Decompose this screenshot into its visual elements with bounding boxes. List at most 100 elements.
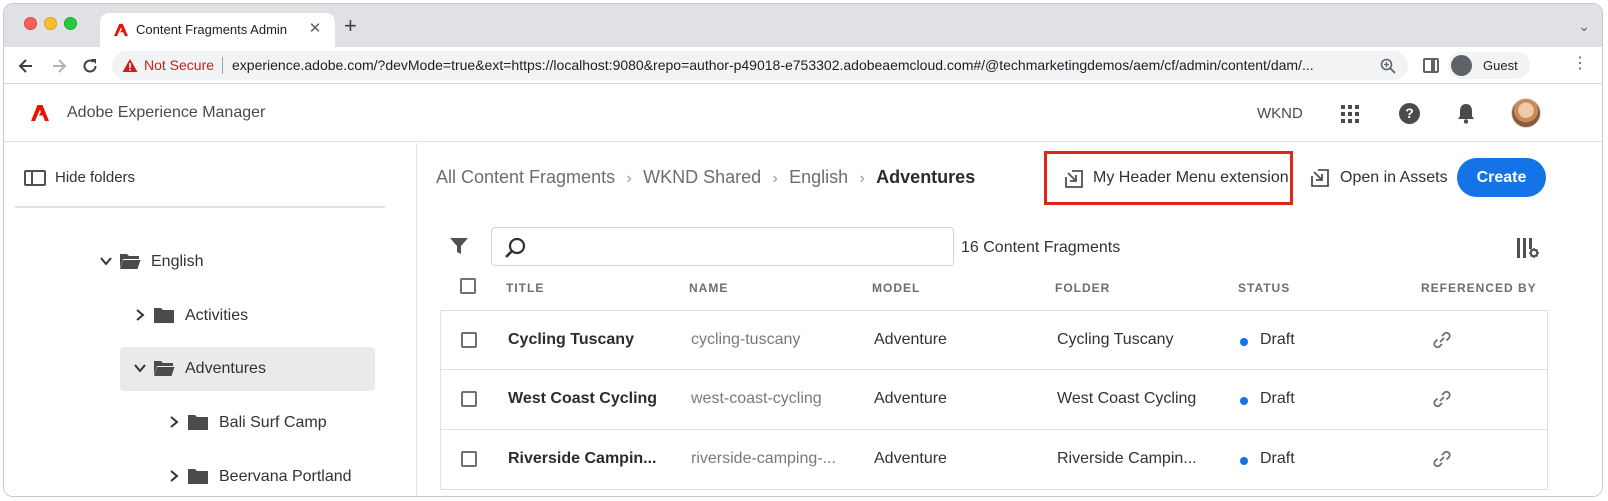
column-header-title[interactable]: TITLE — [506, 281, 544, 295]
status-dot — [1240, 397, 1248, 405]
link-icon[interactable] — [1431, 448, 1453, 470]
tree-item-adventures[interactable]: Adventures — [120, 347, 375, 391]
table-header: TITLE NAME MODEL FOLDER STATUS REFERENCE… — [440, 274, 1548, 304]
folder-open-icon — [154, 361, 175, 376]
org-switcher[interactable]: WKND — [1257, 105, 1303, 122]
new-tab-button[interactable]: + — [344, 15, 357, 37]
tab-search-chevron-icon[interactable]: ⌄ — [1578, 18, 1590, 35]
column-header-referenced-by[interactable]: REFERENCED BY — [1421, 281, 1537, 295]
rail-toggle-icon — [24, 170, 46, 186]
notifications-bell-icon[interactable] — [1456, 103, 1476, 124]
column-settings-icon[interactable] — [1516, 237, 1540, 259]
tab-title: Content Fragments Admin — [136, 22, 288, 37]
side-panel-icon[interactable] — [1423, 58, 1439, 73]
breadcrumb-separator: › — [772, 170, 778, 187]
select-all-checkbox[interactable] — [460, 278, 476, 294]
tree-label: English — [151, 253, 204, 270]
folder-icon — [188, 415, 208, 430]
address-bar[interactable]: Not Secure experience.adobe.com/?devMode… — [112, 51, 1408, 80]
link-icon[interactable] — [1431, 388, 1453, 410]
row-name: cycling-tuscany — [691, 331, 801, 348]
row-folder: West Coast Cycling — [1057, 390, 1197, 407]
profile-label: Guest — [1483, 58, 1518, 73]
column-header-name[interactable]: NAME — [689, 281, 728, 295]
not-secure-label[interactable]: Not Secure — [144, 57, 214, 73]
tree-label: Activities — [185, 307, 249, 324]
chevron-down-icon[interactable] — [99, 254, 113, 268]
row-model: Adventure — [874, 390, 947, 407]
maximize-window-button[interactable] — [64, 17, 77, 30]
create-button[interactable]: Create — [1457, 158, 1546, 197]
app-header: Adobe Experience Manager WKND ? — [4, 84, 1602, 142]
forward-arrow-icon[interactable] — [49, 56, 69, 76]
browser-menu-icon[interactable]: ⋮ — [1572, 56, 1588, 72]
row-title[interactable]: West Coast Cycling — [508, 390, 657, 408]
user-avatar[interactable] — [1511, 98, 1541, 128]
tree-label: Adventures — [185, 360, 266, 377]
browser-toolbar: Not Secure experience.adobe.com/?devMode… — [4, 47, 1602, 84]
hide-folders-label: Hide folders — [55, 169, 136, 186]
breadcrumb-all-content-fragments[interactable]: All Content Fragments — [436, 167, 615, 188]
fragment-count: 16 Content Fragments — [961, 239, 1121, 256]
tab-content-fragments-admin[interactable]: Content Fragments Admin ✕ — [100, 13, 335, 47]
filter-icon[interactable] — [449, 236, 469, 256]
folder-rail: Hide folders English Activities Adventur… — [4, 143, 417, 496]
tree-item-english[interactable]: English — [96, 242, 376, 282]
tree-item-activities[interactable]: Activities — [130, 296, 376, 336]
tree-item-bali-surf-camp[interactable]: Bali Surf Camp — [164, 403, 376, 443]
row-title[interactable]: Cycling Tuscany — [508, 331, 634, 349]
folder-open-icon — [120, 254, 141, 269]
search-input[interactable] — [536, 234, 936, 260]
minimize-window-button[interactable] — [44, 17, 57, 30]
back-arrow-icon[interactable] — [16, 56, 36, 76]
adobe-logo-icon[interactable] — [31, 105, 49, 121]
status-dot — [1240, 338, 1248, 346]
close-window-button[interactable] — [24, 17, 37, 30]
tab-close-icon[interactable]: ✕ — [305, 19, 325, 39]
breadcrumb-adventures: Adventures — [876, 167, 976, 187]
row-folder: Riverside Campin... — [1057, 450, 1197, 467]
help-icon[interactable]: ? — [1399, 103, 1420, 124]
zoom-icon[interactable] — [1380, 58, 1396, 74]
folder-icon — [154, 308, 174, 323]
header-menu-extension-button[interactable]: My Header Menu extension — [1044, 151, 1293, 205]
status-dot — [1240, 457, 1248, 465]
link-icon[interactable] — [1431, 329, 1453, 351]
row-name: riverside-camping-... — [691, 450, 836, 467]
tree-label: Beervana Portland — [219, 468, 352, 485]
row-folder: Cycling Tuscany — [1057, 331, 1174, 348]
chevron-right-icon[interactable] — [133, 308, 147, 322]
column-header-status[interactable]: STATUS — [1238, 281, 1290, 295]
row-checkbox[interactable] — [461, 451, 477, 467]
table-row[interactable]: Riverside Campin... riverside-camping-..… — [440, 430, 1548, 490]
search-icon — [505, 237, 526, 258]
breadcrumb-wknd-shared[interactable]: WKND Shared — [643, 167, 761, 188]
row-checkbox[interactable] — [461, 332, 477, 348]
app-name[interactable]: Adobe Experience Manager — [67, 104, 265, 122]
chevron-down-icon[interactable] — [133, 361, 147, 375]
apps-grid-icon[interactable] — [1340, 104, 1360, 124]
reload-icon[interactable] — [80, 56, 100, 76]
chevron-right-icon[interactable] — [167, 469, 181, 483]
table-row[interactable]: West Coast Cycling west-coast-cycling Ad… — [440, 370, 1548, 430]
breadcrumb-separator: › — [859, 170, 865, 187]
address-separator — [222, 57, 223, 74]
row-status: Draft — [1260, 331, 1295, 348]
url-text[interactable]: experience.adobe.com/?devMode=true&ext=h… — [232, 57, 1372, 73]
breadcrumb-english[interactable]: English — [789, 167, 848, 188]
column-header-folder[interactable]: FOLDER — [1055, 281, 1110, 295]
breadcrumb: All Content Fragments › WKND Shared › Englis… — [436, 167, 975, 188]
table-row[interactable]: Cycling Tuscany cycling-tuscany Adventur… — [440, 310, 1548, 370]
breadcrumb-separator: › — [626, 170, 632, 187]
chevron-right-icon[interactable] — [167, 415, 181, 429]
folder-icon — [188, 469, 208, 484]
row-title[interactable]: Riverside Campin... — [508, 450, 657, 468]
tree-item-beervana-portland[interactable]: Beervana Portland — [164, 457, 376, 496]
row-status: Draft — [1260, 390, 1295, 407]
column-header-model[interactable]: MODEL — [872, 281, 920, 295]
profile-button[interactable]: Guest — [1448, 52, 1530, 79]
adobe-favicon-icon — [114, 23, 128, 37]
row-checkbox[interactable] — [461, 391, 477, 407]
open-external-icon — [1311, 169, 1329, 187]
search-field[interactable] — [491, 227, 954, 266]
